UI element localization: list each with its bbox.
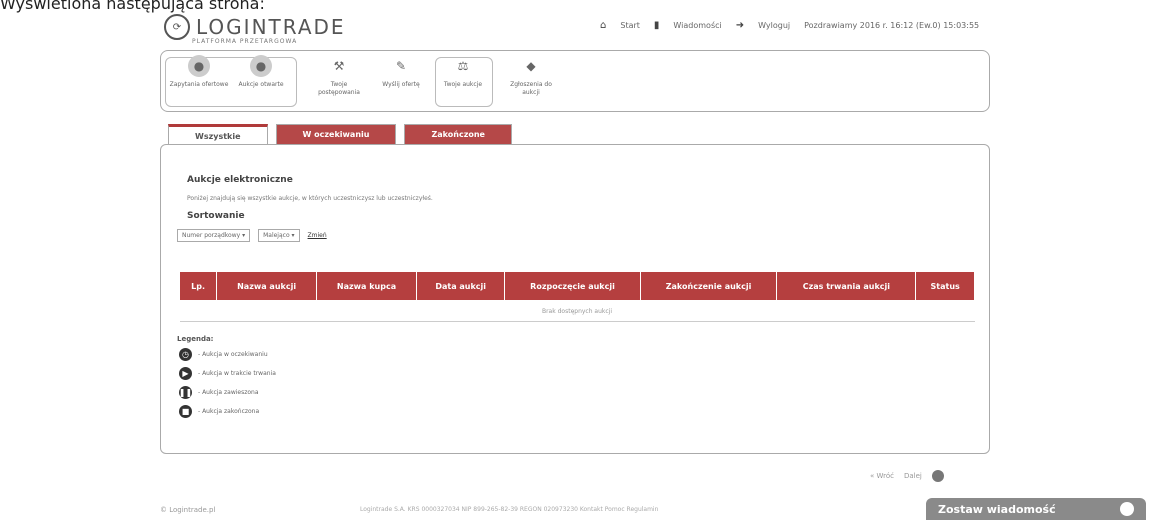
hammer-icon: ⚒	[333, 59, 345, 73]
logo[interactable]: ⟳ LOGINTRADE PLATFORMA PRZETARGOWA	[164, 14, 346, 45]
sort-order-select[interactable]: Malejąco ▾	[258, 229, 300, 242]
leave-message-button[interactable]: Zostaw wiadomość	[926, 498, 1146, 520]
legend-item: ▶ - Aukcja w trakcie trwania	[179, 364, 276, 383]
auctions-table: Lp. Nazwa aukcji Nazwa kupca Data aukcji…	[178, 271, 975, 322]
legend-item: ◷ - Aukcja w oczekiwaniu	[179, 345, 276, 364]
legend-title: Legenda:	[177, 335, 214, 343]
column-zakonczenie[interactable]: Zakończenie aukcji	[639, 271, 778, 301]
toolbar-item-aukcje-otwarte[interactable]: ● Aukcje otwarte	[231, 55, 291, 89]
legend-item: ■ - Aukcja zakończona	[179, 402, 276, 421]
tab-w-oczekiwaniu[interactable]: W oczekiwaniu	[275, 124, 397, 145]
pause-icon: ❚❚	[178, 386, 193, 399]
auction-icon: ●	[250, 55, 272, 77]
toolbar-item-wyslij-oferte[interactable]: ✎ Wyślij ofertę	[371, 55, 431, 89]
next-arrow-icon[interactable]	[931, 470, 944, 482]
auctions-panel: Aukcje elektroniczne Poniżej znajdują si…	[160, 144, 990, 454]
stop-icon: ■	[179, 405, 192, 418]
page-caption: Wyświetlona następująca strona:	[0, 0, 265, 13]
legend-item: ❚❚ - Aukcja zawieszona	[178, 386, 259, 399]
toolbar-item-twoje-postepowania[interactable]: ⚒ Twoje postępowania	[309, 55, 369, 97]
messages-icon: ▮	[653, 20, 660, 31]
tab-zakonczone[interactable]: Zakończone	[404, 124, 512, 145]
column-data-aukcji[interactable]: Data aukcji	[416, 271, 506, 301]
change-sort-link[interactable]: Zmień	[308, 232, 327, 239]
column-czas-trwania[interactable]: Czas trwania aukcji	[776, 271, 917, 301]
main-toolbar: ● Zapytania ofertowe ● Aukcje otwarte ⚒ …	[160, 50, 990, 112]
send-icon: ✎	[395, 59, 407, 73]
messages-link[interactable]: Wiadomości	[673, 21, 721, 30]
home-icon: ⌂	[600, 20, 607, 31]
pager-prev[interactable]: « Wróć	[870, 472, 894, 480]
logout-link[interactable]: Wyloguj	[758, 21, 790, 30]
pager: « Wróć Dalej	[870, 470, 944, 482]
tag-icon: ◆	[526, 59, 536, 73]
chat-icon	[1120, 502, 1134, 516]
column-nazwa-aukcji[interactable]: Nazwa aukcji	[216, 271, 317, 301]
session-info: Pozdrawiamy 2016 r. 16:12 (Ew.0) 15:03:5…	[804, 21, 980, 30]
legend: ◷ - Aukcja w oczekiwaniu ▶ - Aukcja w tr…	[179, 345, 276, 421]
sort-field-select[interactable]: Numer porządkowy ▾	[177, 229, 251, 242]
logo-text: LOGINTRADE	[196, 15, 346, 39]
column-lp[interactable]: Lp.	[178, 271, 218, 301]
start-link[interactable]: Start	[620, 21, 640, 30]
logo-icon: ⟳	[164, 14, 190, 40]
sort-controls: Numer porządkowy ▾ Malejąco ▾ Zmień	[177, 229, 327, 242]
footer-info: Logintrade S.A. KRS 0000327034 NIP 899-2…	[360, 506, 659, 513]
gavel-icon: ⚖	[457, 59, 469, 73]
top-bar: ⌂ Start ▮ Wiadomości ➜ Wyloguj Pozdrawia…	[600, 20, 979, 31]
toolbar-item-zapytania[interactable]: ● Zapytania ofertowe	[169, 55, 229, 89]
toolbar-item-twoje-aukcje[interactable]: ⚖ Twoje aukcje	[433, 55, 493, 89]
logout-icon: ➜	[735, 20, 745, 31]
footer-brand: © Logintrade.pl	[160, 506, 216, 514]
page-title: Aukcje elektroniczne	[187, 175, 293, 185]
empty-message: Brak dostępnych aukcji	[179, 300, 975, 322]
clock-icon: ◷	[179, 348, 192, 361]
table-empty-row: Brak dostępnych aukcji	[179, 300, 975, 322]
page-description: Poniżej znajdują się wszystkie aukcje, w…	[187, 195, 433, 202]
briefcase-icon: ●	[188, 55, 210, 77]
logo-subtitle: PLATFORMA PRZETARGOWA	[192, 38, 298, 45]
sort-heading: Sortowanie	[187, 211, 245, 221]
column-rozpoczecie[interactable]: Rozpoczęcie aukcji	[504, 271, 641, 301]
toolbar-item-zgloszenia[interactable]: ◆ Zgłoszenia do aukcji	[501, 55, 561, 97]
pager-next[interactable]: Dalej	[904, 472, 922, 480]
column-status[interactable]: Status	[915, 271, 975, 301]
table-header-row: Lp. Nazwa aukcji Nazwa kupca Data aukcji…	[178, 271, 975, 301]
play-icon: ▶	[179, 367, 192, 380]
column-nazwa-kupca[interactable]: Nazwa kupca	[315, 271, 418, 301]
